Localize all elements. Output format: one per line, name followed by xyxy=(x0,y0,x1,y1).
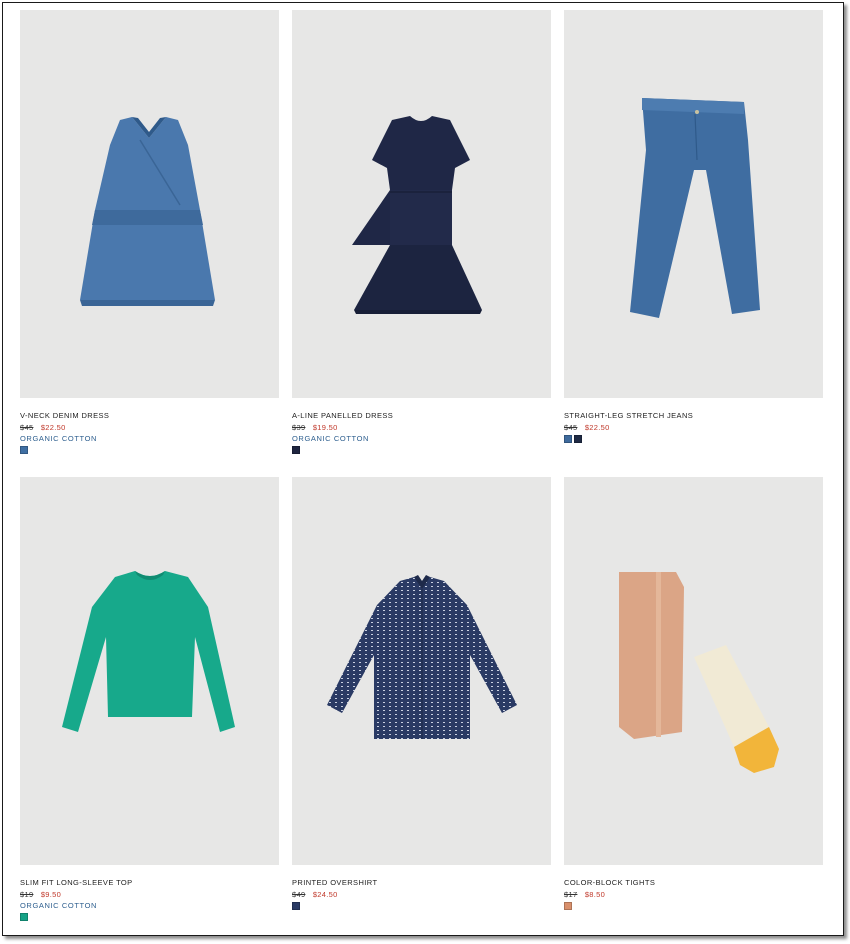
color-swatches xyxy=(564,902,823,910)
product-grid: V-NECK DENIM DRESS $45 $22.50 ORGANIC CO… xyxy=(2,2,844,936)
product-prices: $39 $19.50 xyxy=(292,423,551,432)
product-prices: $17 $8.50 xyxy=(564,890,823,899)
sale-price: $19.50 xyxy=(312,423,338,432)
product-name[interactable]: COLOR-BLOCK TIGHTS xyxy=(564,878,823,887)
product-image-denim-dress[interactable] xyxy=(20,10,279,398)
sale-price: $24.50 xyxy=(312,890,338,899)
product-image-longsleeve-top[interactable] xyxy=(20,477,279,865)
material-tag: ORGANIC COTTON xyxy=(20,901,98,910)
product-card[interactable]: V-NECK DENIM DRESS $45 $22.50 ORGANIC CO… xyxy=(20,10,279,454)
color-swatches xyxy=(292,446,551,454)
color-swatch[interactable] xyxy=(292,902,300,910)
product-image-overshirt[interactable] xyxy=(292,477,551,865)
sale-price: $22.50 xyxy=(40,423,66,432)
product-prices: $45 $22.50 xyxy=(20,423,279,432)
product-card[interactable]: A-LINE PANELLED DRESS $39 $19.50 ORGANIC… xyxy=(292,10,551,454)
sale-price: $9.50 xyxy=(40,890,62,899)
material-tag: ORGANIC COTTON xyxy=(292,434,370,443)
product-name[interactable]: STRAIGHT-LEG STRETCH JEANS xyxy=(564,411,823,420)
product-card[interactable]: PRINTED OVERSHIRT $49 $24.50 xyxy=(292,477,551,910)
color-swatch[interactable] xyxy=(564,902,572,910)
product-name[interactable]: PRINTED OVERSHIRT xyxy=(292,878,551,887)
product-prices: $45 $22.50 xyxy=(564,423,823,432)
color-swatch[interactable] xyxy=(574,435,582,443)
product-prices: $19 $9.50 xyxy=(20,890,279,899)
color-swatch[interactable] xyxy=(564,435,572,443)
product-card[interactable]: STRAIGHT-LEG STRETCH JEANS $45 $22.50 xyxy=(564,10,823,443)
product-card[interactable]: COLOR-BLOCK TIGHTS $17 $8.50 xyxy=(564,477,823,910)
original-price: $45 xyxy=(564,423,578,432)
product-name[interactable]: V-NECK DENIM DRESS xyxy=(20,411,279,420)
color-swatch[interactable] xyxy=(20,913,28,921)
sale-price: $22.50 xyxy=(584,423,610,432)
color-swatches xyxy=(20,446,279,454)
original-price: $45 xyxy=(20,423,34,432)
product-image-jeans[interactable] xyxy=(564,10,823,398)
original-price: $17 xyxy=(564,890,578,899)
product-prices: $49 $24.50 xyxy=(292,890,551,899)
product-image-tights[interactable] xyxy=(564,477,823,865)
color-swatch[interactable] xyxy=(20,446,28,454)
color-swatches xyxy=(564,435,823,443)
product-name[interactable]: A-LINE PANELLED DRESS xyxy=(292,411,551,420)
color-swatch[interactable] xyxy=(292,446,300,454)
product-image-aline-dress[interactable] xyxy=(292,10,551,398)
material-tag: ORGANIC COTTON xyxy=(20,434,98,443)
original-price: $49 xyxy=(292,890,306,899)
color-swatches xyxy=(20,913,279,921)
original-price: $39 xyxy=(292,423,306,432)
color-swatches xyxy=(292,902,551,910)
product-card[interactable]: SLIM FIT LONG-SLEEVE TOP $19 $9.50 ORGAN… xyxy=(20,477,279,921)
sale-price: $8.50 xyxy=(584,890,606,899)
product-name[interactable]: SLIM FIT LONG-SLEEVE TOP xyxy=(20,878,279,887)
original-price: $19 xyxy=(20,890,34,899)
